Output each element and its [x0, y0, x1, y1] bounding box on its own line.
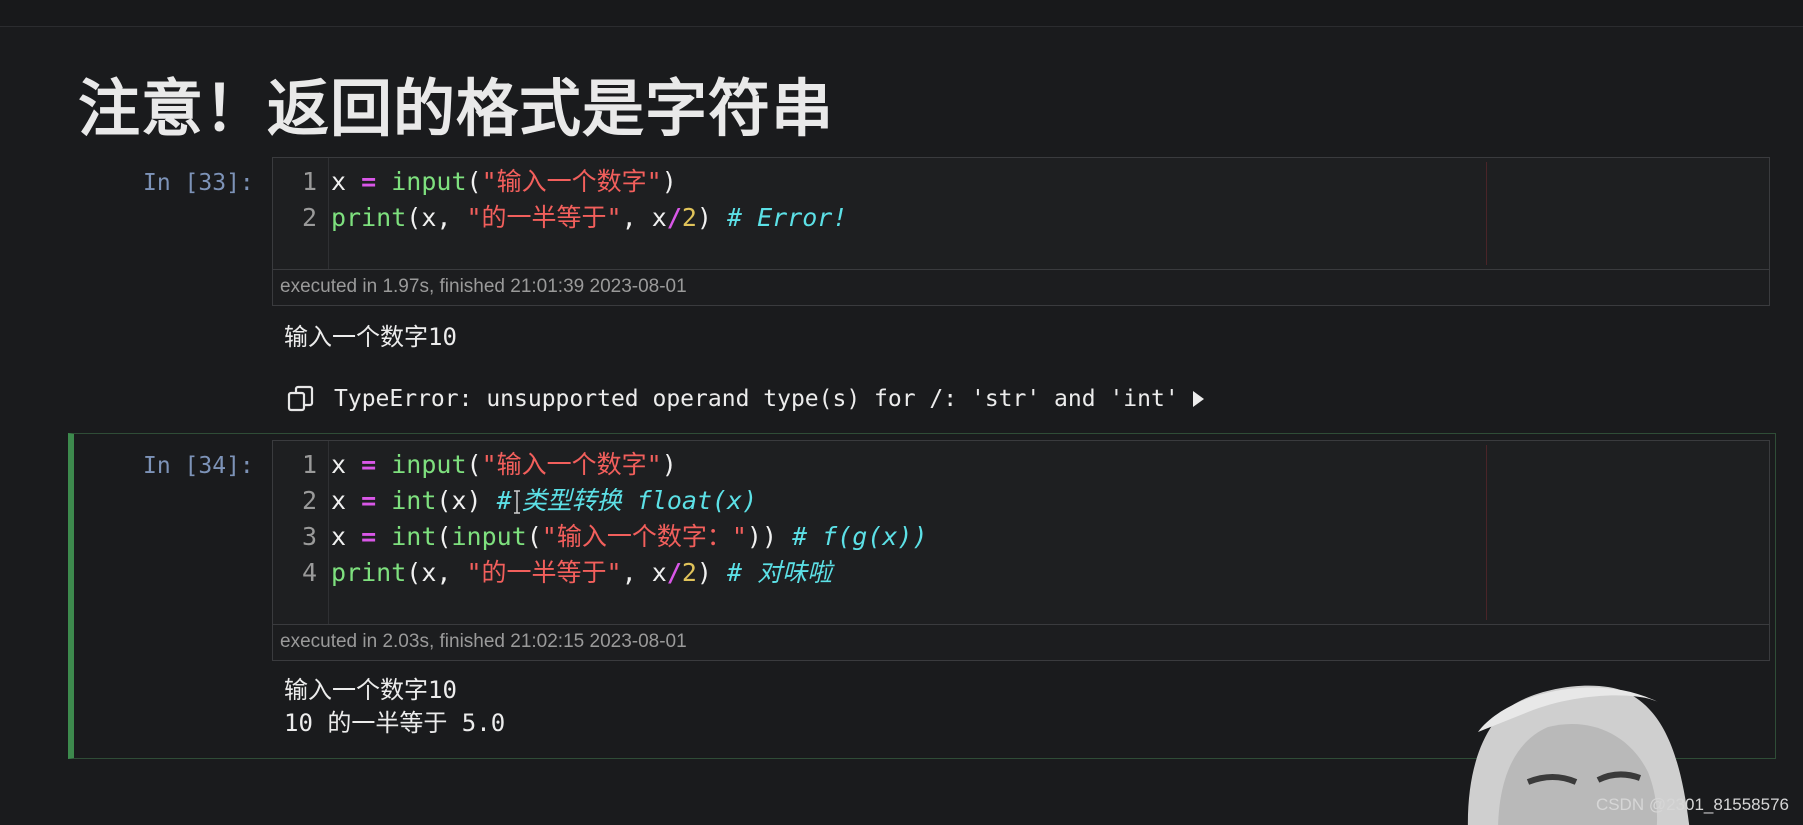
output-text: 输入一个数字10: [284, 323, 457, 351]
code-token: input: [391, 450, 467, 479]
markdown-heading: 注意！返回的格式是字符串: [78, 72, 835, 145]
code-token: ): [661, 450, 677, 479]
code-token: x: [331, 450, 347, 479]
code-token: input: [391, 167, 467, 196]
notebook-page: 注意！返回的格式是字符串 In [33]: 1x = input("输入一个数字…: [0, 0, 1803, 825]
line-number: 2: [301, 203, 317, 232]
code-line[interactable]: 1x = input("输入一个数字"): [273, 164, 677, 200]
code-token: "输入一个数字": [481, 450, 662, 479]
code-token: /: [666, 558, 682, 587]
code-token: "的一半等于": [466, 203, 622, 232]
line-number: 3: [301, 522, 317, 551]
code-token: /: [666, 203, 682, 232]
code-token: ): [661, 167, 677, 196]
code-token: "输入一个数字": [481, 167, 662, 196]
code-token: print: [331, 558, 407, 587]
cell-prompt: In [34]:: [143, 453, 254, 479]
error-message: TypeError: unsupported operand type(s) f…: [334, 386, 1179, 412]
output-text: 输入一个数字10: [284, 676, 457, 704]
top-toolbar-edge: [0, 0, 1803, 27]
code-token: (: [466, 167, 482, 196]
error-output[interactable]: TypeError: unsupported operand type(s) f…: [286, 381, 1204, 417]
code-token: 2: [681, 558, 697, 587]
execution-info: executed in 2.03s, finished 21:02:15 202…: [272, 625, 1770, 661]
code-line[interactable]: 2 print(x, "的一半等于", x/2) # Error!: [273, 200, 847, 236]
code-token: , x: [621, 203, 667, 232]
code-line[interactable]: 3x = int(input("输入一个数字：")) # f(g(x)): [273, 519, 928, 555]
watermark-text: CSDN @2301_81558576: [1595, 795, 1789, 814]
code-token: x: [331, 486, 347, 515]
code-token: =: [361, 167, 377, 196]
code-token: int: [391, 486, 437, 515]
code-token: "的一半等于": [466, 558, 622, 587]
code-token: print: [331, 203, 407, 232]
code-token: 类型转换 float(x): [521, 486, 758, 515]
line-number: 1: [301, 450, 317, 479]
line-number: 4: [301, 558, 317, 587]
code-token: #: [496, 486, 512, 515]
code-input-area[interactable]: 1x = input("输入一个数字") 2 x = int(x) # 类型转换 fl…: [272, 440, 1770, 625]
code-token: , x: [621, 558, 667, 587]
code-token: (: [466, 450, 482, 479]
line-number: 2: [301, 486, 317, 515]
code-token: "输入一个数字：": [541, 522, 747, 551]
code-token: (x): [436, 486, 497, 515]
code-token: =: [361, 450, 377, 479]
expand-arrow-icon[interactable]: [1192, 391, 1204, 407]
code-token: (x,: [406, 203, 467, 232]
code-token: =: [361, 486, 377, 515]
text-cursor-icon: [513, 490, 520, 514]
line-number: 1: [301, 167, 317, 196]
code-token: )): [746, 522, 793, 551]
code-token: (: [436, 522, 452, 551]
line-length-ruler: [1486, 162, 1487, 265]
code-line[interactable]: 4 print(x, "的一半等于", x/2) # 对味啦: [273, 555, 832, 591]
code-line[interactable]: 2x = int(x) # 类型转换 float(x): [273, 483, 757, 519]
line-length-ruler: [1486, 445, 1487, 620]
code-line[interactable]: 1x = input("输入一个数字"): [273, 447, 677, 483]
code-token: input: [451, 522, 527, 551]
code-token: ): [696, 203, 727, 232]
code-token: =: [361, 522, 377, 551]
code-token: x: [331, 167, 347, 196]
code-token: # Error!: [726, 203, 848, 232]
code-token: 2: [681, 203, 697, 232]
code-token: # 对味啦: [726, 558, 833, 587]
execution-info: executed in 1.97s, finished 21:01:39 202…: [272, 270, 1770, 306]
cell-prompt: In [33]:: [143, 170, 254, 196]
output-text: 10 的一半等于 5.0: [284, 709, 506, 737]
code-input-area[interactable]: 1x = input("输入一个数字") 2 print(x, "的一半等于", x…: [272, 157, 1770, 270]
code-token: (: [526, 522, 542, 551]
code-token: # f(g(x)): [792, 522, 928, 551]
code-token: ): [696, 558, 727, 587]
code-token: x: [331, 522, 347, 551]
code-token: (x,: [406, 558, 467, 587]
code-token: int: [391, 522, 437, 551]
copy-icon[interactable]: [286, 384, 316, 414]
